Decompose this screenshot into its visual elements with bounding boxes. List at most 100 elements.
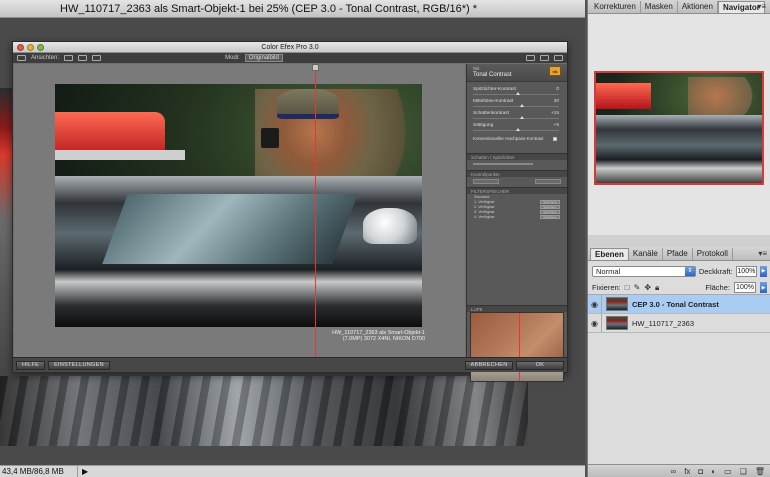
document-size-readout: 43,4 MB/86,8 MB: [0, 466, 78, 477]
layer-name: HW_110717_2363: [632, 318, 694, 328]
minimize-window-icon[interactable]: [27, 44, 34, 51]
fill-arrow-icon[interactable]: ▶: [760, 282, 767, 293]
shadows-highlights-slider[interactable]: [467, 160, 567, 168]
navigator-thumbnail[interactable]: [594, 71, 764, 185]
tab-aktionen[interactable]: Aktionen: [678, 1, 718, 13]
tab-masken[interactable]: Masken: [641, 1, 678, 13]
color-efex-dialog: Color Efex Pro 3.0 Ansichten: Modi: Orig…: [12, 41, 568, 382]
filter-brand: Nik: [473, 66, 480, 71]
slider-thumb[interactable]: [516, 92, 520, 95]
save-preset-button[interactable]: Speichern: [540, 209, 560, 214]
loupe-section[interactable]: LUPE: [467, 305, 567, 312]
save-preset-button[interactable]: Speichern: [540, 199, 560, 204]
mode-select[interactable]: Originalbild: [244, 54, 283, 62]
settings-button[interactable]: EINSTELLUNGEN: [48, 360, 110, 370]
split-view-icon[interactable]: [78, 55, 88, 61]
close-window-icon[interactable]: [17, 44, 24, 51]
lock-row: Fixieren: □ ✎ ✥ 🔒︎ Fläche: 100% ▶: [588, 281, 770, 295]
single-view-icon[interactable]: [64, 55, 74, 61]
slider-midtones-contrast[interactable]: Mitteltöne-Kontrast 30: [467, 98, 567, 110]
window-controls: [17, 44, 44, 51]
cancel-button[interactable]: ABBRECHEN: [465, 360, 513, 370]
slider-thumb[interactable]: [520, 104, 525, 107]
new-group-icon[interactable]: ▭: [724, 467, 732, 476]
blend-mode-select[interactable]: Normal ⇕: [592, 265, 696, 277]
blend-mode-spinner-icon[interactable]: ⇕: [684, 266, 695, 276]
lock-position-icon[interactable]: ✥: [644, 283, 651, 292]
control-points-section[interactable]: Kontrollpunkte: [467, 170, 567, 177]
tab-kanaele[interactable]: Kanäle: [629, 248, 663, 260]
highpass-contrast-option[interactable]: Konventioneller Hochpass-Kontrast: [467, 134, 567, 143]
layer-thumbnail: [606, 297, 628, 311]
photo-caption: HW_110717_2363 als Smart-Objekt-1 (7.0MP…: [332, 330, 425, 342]
chrome-light: [363, 208, 417, 244]
save-preset-button[interactable]: Speichern: [540, 204, 560, 209]
opacity-input[interactable]: 100%: [735, 265, 758, 277]
slider-shadow-contrast[interactable]: Schattenkontrast +15: [467, 110, 567, 122]
car-windshield: [102, 194, 358, 264]
layer-name: CEP 3.0 - Tonal Contrast: [632, 299, 719, 309]
split-divider-handle[interactable]: [312, 64, 319, 71]
layer-mask-icon[interactable]: ◘: [698, 467, 703, 476]
visibility-eye-icon[interactable]: ◉: [588, 314, 602, 332]
filter-header: Nik Tonal Contrast nik: [467, 64, 567, 82]
nik-logo-icon: nik: [549, 66, 561, 76]
tab-ebenen[interactable]: Ebenen: [590, 248, 629, 260]
save-preset-button[interactable]: Speichern: [540, 214, 560, 219]
lock-pixels-icon[interactable]: ✎: [634, 283, 641, 292]
presets-section[interactable]: FILTERSPEICHER: [467, 187, 567, 194]
layers-panel: Normal ⇕ Deckkraft: 100% ▶ Fixieren: □ ✎…: [588, 261, 770, 477]
color-efex-toolbar: Ansichten: Modi: Originalbild: [13, 53, 567, 63]
new-layer-icon[interactable]: ❏: [740, 467, 747, 476]
maximize-window-icon[interactable]: [37, 44, 44, 51]
tab-protokoll[interactable]: Protokoll: [693, 248, 733, 260]
layer-row-hw-110717-2363[interactable]: ◉ HW_110717_2363: [588, 314, 770, 333]
control-points-row: [467, 177, 567, 185]
color-efex-title-bar[interactable]: Color Efex Pro 3.0: [13, 42, 567, 53]
background-photo-strip-bottom: [0, 376, 528, 446]
right-panels: Korrekturen Masken Aktionen Navigator ▾≡…: [587, 0, 770, 477]
slider-thumb[interactable]: [516, 128, 520, 131]
lock-transparency-icon[interactable]: □: [625, 283, 630, 292]
visibility-eye-icon[interactable]: ◉: [588, 295, 602, 313]
remove-control-point-button[interactable]: [535, 178, 561, 184]
opacity-arrow-icon[interactable]: ▶: [760, 265, 767, 277]
layer-style-icon[interactable]: fx: [684, 467, 690, 476]
side-by-side-view-icon[interactable]: [92, 55, 102, 61]
color-efex-title: Color Efex Pro 3.0: [261, 43, 319, 51]
navigator-tabbar: Korrekturen Masken Aktionen Navigator ▾≡: [588, 0, 770, 14]
slider-highlights-contrast[interactable]: Spitzlichter-Kontrast 0: [467, 86, 567, 98]
layers-menu-icon[interactable]: ▾≡: [758, 249, 767, 258]
navigator-panel: [588, 14, 770, 235]
add-control-point-button[interactable]: [473, 178, 499, 184]
shadows-highlights-section[interactable]: Schatten / Spitzlichter: [467, 153, 567, 160]
document-title: HW_110717_2363 als Smart-Objekt-1 bei 25…: [0, 0, 585, 18]
help-button[interactable]: HILFE: [16, 360, 46, 370]
shadows-slider-track[interactable]: [473, 163, 533, 165]
adjustment-layer-icon[interactable]: ◐: [711, 467, 716, 476]
preview-photo[interactable]: [55, 84, 422, 327]
delete-layer-icon[interactable]: 🗑︎: [755, 467, 765, 476]
tab-korrekturen[interactable]: Korrekturen: [590, 1, 641, 13]
fill-input[interactable]: 100%: [734, 282, 756, 293]
filter-name: Tonal Contrast: [473, 72, 512, 78]
zoom-icon[interactable]: [540, 55, 549, 61]
preview-area[interactable]: HW_110717_2363 als Smart-Objekt-1 (7.0MP…: [14, 64, 465, 358]
background-color-icon[interactable]: [526, 55, 535, 61]
preset-slot-4[interactable]: 4. Verfügbar Speichern: [467, 214, 567, 219]
blend-row: Normal ⇕ Deckkraft: 100% ▶: [588, 261, 770, 281]
layout-toggle-icon[interactable]: [17, 55, 26, 61]
split-preview-divider[interactable]: [315, 71, 316, 358]
lock-all-icon[interactable]: 🔒︎: [655, 283, 659, 293]
link-layers-icon[interactable]: ∞: [670, 467, 676, 476]
slider-thumb[interactable]: [520, 116, 525, 119]
hand-icon[interactable]: [554, 55, 563, 61]
status-menu-arrow-icon[interactable]: ▶: [78, 467, 88, 476]
ok-button[interactable]: OK: [516, 360, 564, 370]
layer-row-cep-tonal-contrast[interactable]: ◉ CEP 3.0 - Tonal Contrast: [588, 295, 770, 314]
slider-saturation[interactable]: Sättigung +5: [467, 122, 567, 134]
panel-menu-icon[interactable]: ▾≡: [757, 2, 766, 11]
dialog-button-bar: HILFE EINSTELLUNGEN ABBRECHEN OK: [13, 357, 567, 372]
highpass-contrast-checkbox[interactable]: [553, 136, 557, 141]
tab-pfade[interactable]: Pfade: [663, 248, 693, 260]
